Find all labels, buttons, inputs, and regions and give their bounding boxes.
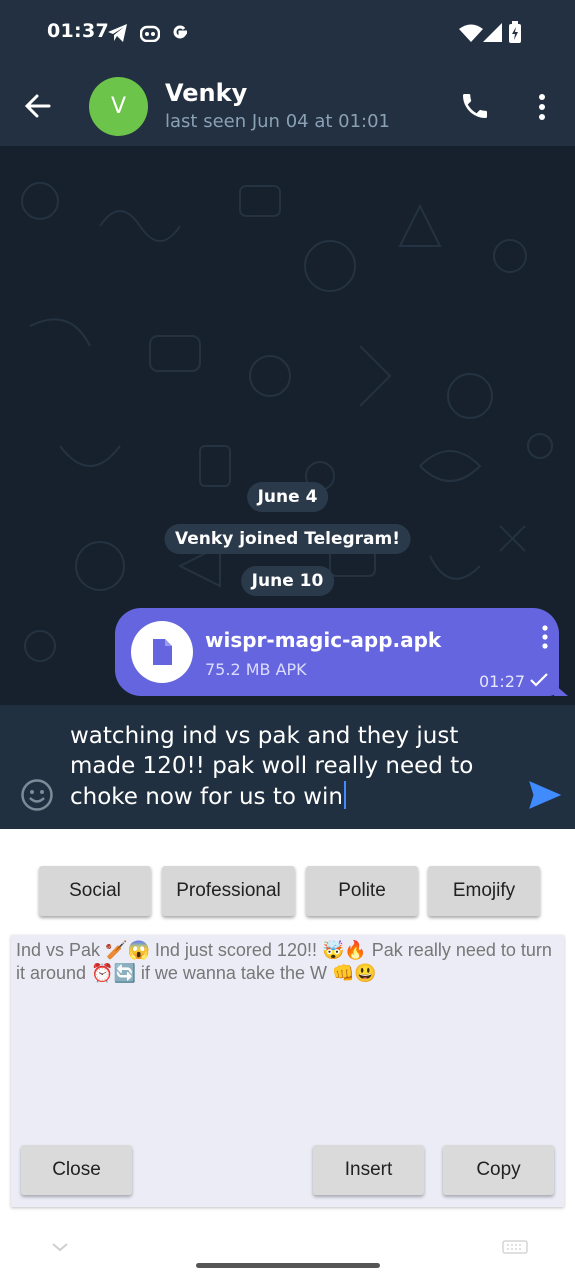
more-options-icon[interactable] — [530, 92, 554, 122]
message-time: 01:27 — [479, 672, 526, 691]
service-message: Venky joined Telegram! — [164, 524, 411, 554]
download-button[interactable] — [131, 621, 193, 683]
phone-icon[interactable] — [459, 90, 491, 122]
rewrite-result-card: Ind vs Pak 🏏😱 Ind just scored 120!! 🤯🔥 P… — [11, 935, 564, 1207]
social-button[interactable]: Social — [39, 866, 151, 916]
date-separator: June 10 — [240, 566, 335, 596]
send-icon[interactable] — [528, 780, 562, 810]
back-arrow-icon[interactable] — [22, 90, 54, 122]
rewritten-text[interactable]: Ind vs Pak 🏏😱 Ind just scored 120!! 🤯🔥 P… — [16, 939, 561, 985]
close-button[interactable]: Close — [21, 1145, 132, 1195]
last-seen-status: last seen Jun 04 at 01:01 — [165, 111, 390, 132]
polite-button[interactable]: Polite — [306, 866, 418, 916]
message-input-text: watching ind vs pak and they just made 1… — [70, 723, 474, 810]
avatar[interactable]: V — [89, 77, 148, 136]
file-size: 75.2 MB APK — [205, 660, 307, 679]
professional-button[interactable]: Professional — [162, 866, 295, 916]
signal-icon — [483, 23, 502, 42]
file-menu-icon[interactable] — [537, 624, 553, 650]
copy-button[interactable]: Copy — [443, 1145, 554, 1195]
chat-area[interactable]: June 4 Venky joined Telegram! June 10 wi… — [0, 146, 575, 705]
gesture-nav-bar[interactable] — [196, 1263, 380, 1268]
file-name: wispr-magic-app.apk — [205, 628, 442, 652]
file-icon — [153, 639, 172, 665]
emojify-button[interactable]: Emojify — [428, 866, 540, 916]
file-message-bubble[interactable]: wispr-magic-app.apk 75.2 MB APK 01:27 — [115, 608, 568, 696]
rewrite-panel: Social Professional Polite Emojify Ind v… — [0, 829, 575, 1280]
battery-icon — [509, 21, 521, 43]
text-caret — [344, 781, 347, 809]
hide-keyboard-icon[interactable] — [50, 1240, 70, 1254]
date-separator: June 4 — [246, 482, 329, 512]
telegram-icon — [108, 24, 127, 42]
message-input[interactable]: watching ind vs pak and they just made 1… — [70, 721, 510, 812]
sent-check-icon — [530, 673, 548, 687]
insert-button[interactable]: Insert — [313, 1145, 424, 1195]
keyboard-icon[interactable] — [502, 1240, 528, 1254]
emoji-icon[interactable] — [20, 778, 54, 812]
wifi-icon — [459, 24, 483, 42]
contact-name[interactable]: Venky — [165, 79, 247, 107]
robot-icon — [140, 25, 160, 42]
message-composer: watching ind vs pak and they just made 1… — [0, 705, 575, 829]
status-bar: 01:37 — [0, 0, 575, 66]
status-time: 01:37 — [47, 20, 109, 42]
google-icon — [173, 25, 188, 39]
chat-header: V Venky last seen Jun 04 at 01:01 — [0, 66, 575, 146]
